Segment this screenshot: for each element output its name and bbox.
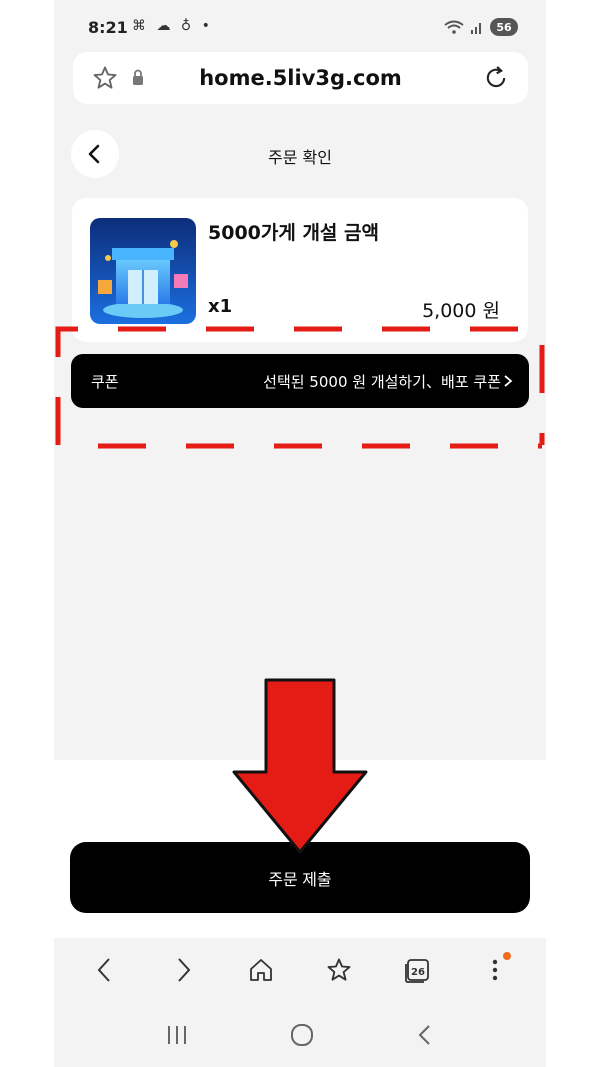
product-price: 5,000 원 <box>422 300 500 322</box>
recent-apps-icon[interactable] <box>165 1024 189 1046</box>
nav-bookmarks-button[interactable] <box>319 950 359 990</box>
notification-dot <box>503 952 511 960</box>
arrow-down-annotation <box>232 678 368 854</box>
highlight-dashed-frame <box>55 326 545 449</box>
status-bar: 8:21 ⌘ ☁ ♁ • 56 <box>54 0 546 56</box>
chevron-right-icon <box>178 958 191 982</box>
phone-screen: 8:21 ⌘ ☁ ♁ • 56 home.5liv3g.com 주문 확인 50… <box>54 0 546 1067</box>
url-text[interactable]: home.5liv3g.com <box>73 66 528 90</box>
status-right-icons: 56 <box>444 18 518 36</box>
nav-back-button[interactable] <box>85 950 125 990</box>
home-circle-icon[interactable] <box>290 1023 314 1047</box>
more-vertical-icon <box>492 959 498 981</box>
product-image <box>90 218 196 324</box>
status-notification-icons: ⌘ ☁ ♁ • <box>132 18 213 34</box>
signal-icon <box>471 23 481 34</box>
wifi-icon <box>444 20 464 34</box>
nav-menu-button[interactable] <box>475 950 515 990</box>
browser-bottom-nav: 26 <box>54 938 546 1002</box>
browser-url-bar[interactable]: home.5liv3g.com <box>73 52 528 104</box>
nav-tabs-button[interactable]: 26 <box>397 950 437 990</box>
home-icon <box>250 959 272 981</box>
refresh-icon[interactable] <box>482 64 510 92</box>
product-quantity: x1 <box>208 296 233 317</box>
system-nav-bar <box>54 1002 546 1067</box>
tabs-icon: 26 <box>405 959 429 983</box>
chevron-left-icon <box>97 958 110 982</box>
product-name: 5000가게 개설 금액 <box>208 222 379 244</box>
battery-indicator: 56 <box>490 18 518 36</box>
product-card: 5000가게 개설 금액 x1 5,000 원 <box>72 198 528 342</box>
bookmark-star-icon <box>327 958 351 981</box>
system-back-icon[interactable] <box>415 1023 435 1047</box>
tabs-count: 26 <box>411 967 425 978</box>
status-time: 8:21 <box>88 18 128 37</box>
nav-forward-button[interactable] <box>163 950 203 990</box>
page-title: 주문 확인 <box>268 148 332 167</box>
page-header: 주문 확인 <box>54 124 546 184</box>
nav-home-button[interactable] <box>241 950 281 990</box>
